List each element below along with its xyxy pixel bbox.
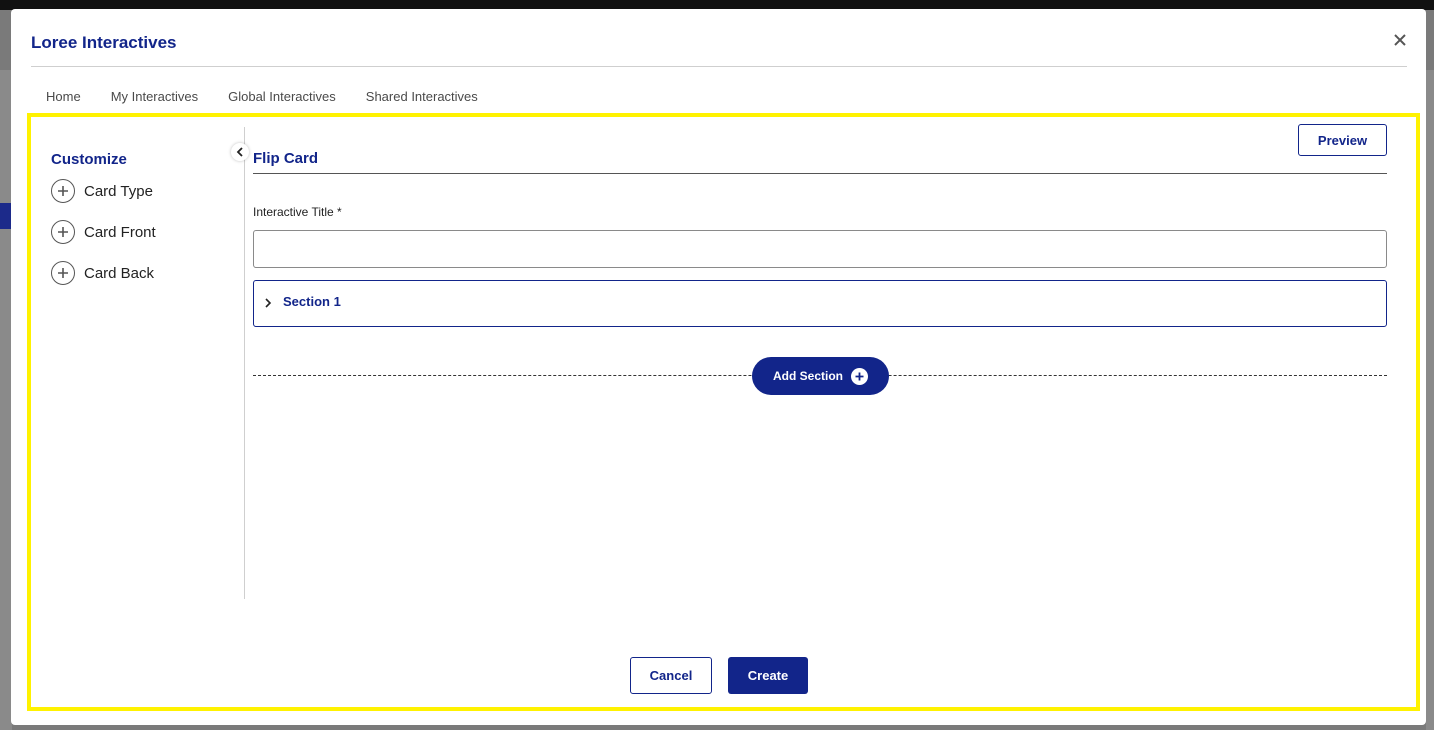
- plus-circle-icon: [51, 179, 75, 203]
- tab-home[interactable]: Home: [31, 89, 96, 105]
- plus-circle-icon: [51, 220, 75, 244]
- editor-panel: Customize Card Type Card Front Card Back: [27, 113, 1420, 711]
- plus-icon: [851, 367, 868, 385]
- sidebar-item-label: Card Front: [84, 223, 156, 241]
- modal-title: Loree Interactives: [31, 33, 177, 52]
- cancel-button[interactable]: Cancel: [630, 657, 712, 694]
- chevron-right-icon: [265, 298, 272, 308]
- section-1-accordion[interactable]: Section 1: [253, 280, 1387, 327]
- sidebar-title: Customize: [51, 151, 127, 168]
- header-divider: [253, 173, 1387, 174]
- sidebar-divider: [244, 127, 245, 599]
- sidebar-item-card-type[interactable]: Card Type: [51, 179, 153, 203]
- add-section-label: Add Section: [772, 369, 843, 383]
- section-label: Section 1: [283, 294, 341, 309]
- add-section-button[interactable]: Add Section: [752, 357, 889, 395]
- sidebar-item-card-back[interactable]: Card Back: [51, 261, 154, 285]
- loree-interactives-modal: Loree Interactives Home My Interactives …: [11, 9, 1426, 725]
- close-button[interactable]: [1389, 29, 1411, 51]
- tab-bar: Home My Interactives Global Interactives…: [31, 89, 493, 105]
- sidebar-item-label: Card Type: [84, 182, 153, 200]
- collapse-sidebar-button[interactable]: [231, 143, 249, 161]
- interactive-title-label: Interactive Title *: [253, 205, 342, 219]
- backdrop-right-strip: [1426, 70, 1434, 730]
- tab-my-interactives[interactable]: My Interactives: [96, 89, 213, 105]
- sidebar-item-label: Card Back: [84, 264, 155, 282]
- page-title: Flip Card: [253, 150, 319, 167]
- plus-circle-icon: [51, 261, 75, 285]
- sidebar-item-card-front[interactable]: Card Front: [51, 220, 156, 244]
- tab-global-interactives[interactable]: Global Interactives: [213, 89, 351, 105]
- create-button[interactable]: Create: [728, 657, 808, 694]
- interactive-title-input[interactable]: [253, 230, 1387, 268]
- chevron-left-icon: [236, 147, 243, 157]
- close-icon: [1394, 34, 1406, 46]
- preview-button[interactable]: Preview: [1298, 124, 1387, 156]
- title-divider: [31, 66, 1407, 67]
- tab-shared-interactives[interactable]: Shared Interactives: [351, 89, 493, 105]
